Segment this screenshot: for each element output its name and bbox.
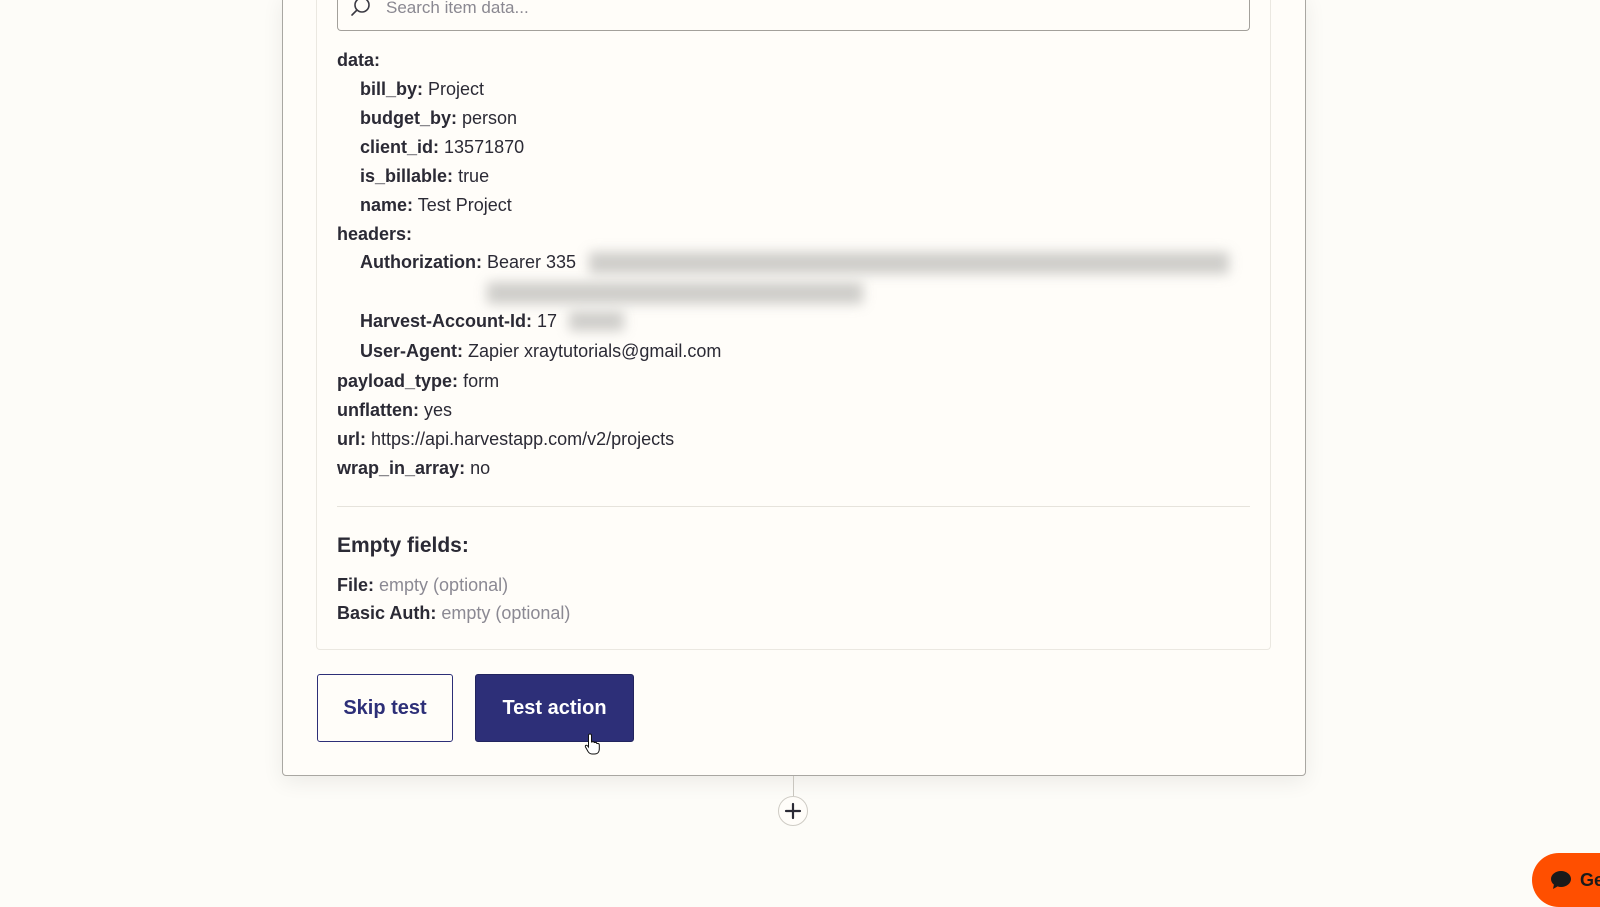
data-key: data:: [337, 50, 381, 70]
is-billable-row: is_billable: true: [360, 164, 489, 188]
unflatten-row: unflatten: yes: [337, 398, 452, 422]
search-icon: [351, 0, 370, 16]
chat-bubble-icon: [1551, 871, 1571, 889]
bill-by-value: Project: [428, 79, 485, 99]
hand-cursor-icon: [584, 733, 600, 755]
file-field-row: File: empty (optional): [337, 573, 508, 597]
search-input[interactable]: [384, 0, 1228, 22]
user-agent-value: Zapier xraytutorials@gmail.com: [468, 341, 722, 361]
authorization-row: Authorization: Bearer 335: [360, 250, 576, 274]
redacted-account-id: [569, 311, 624, 331]
authorization-value: Bearer 335: [487, 252, 577, 272]
chat-launcher-button[interactable]: Ge: [1532, 853, 1600, 907]
skip-test-button[interactable]: Skip test: [317, 674, 453, 742]
url-row: url: https://api.harvestapp.com/v2/proje…: [337, 427, 674, 451]
add-step-button[interactable]: [778, 796, 808, 826]
client-id-row: client_id: 13571870: [360, 135, 524, 159]
data-row: data:: [337, 48, 380, 72]
harvest-account-key: Harvest-Account-Id:: [360, 311, 533, 331]
wrap-in-array-row: wrap_in_array: no: [337, 456, 490, 480]
client-id-value: 13571870: [444, 137, 525, 157]
basic-auth-key: Basic Auth:: [337, 603, 437, 623]
basic-auth-field-row: Basic Auth: empty (optional): [337, 601, 570, 625]
harvest-account-value: 17: [537, 311, 558, 331]
harvest-account-row: Harvest-Account-Id: 17: [360, 309, 557, 333]
test-action-button[interactable]: Test action: [475, 674, 634, 742]
bill-by-key: bill_by:: [360, 79, 424, 99]
is-billable-key: is_billable:: [360, 166, 454, 186]
empty-fields-title: Empty fields:: [337, 534, 469, 557]
payload-type-value: form: [463, 371, 500, 391]
payload-type-row: payload_type: form: [337, 369, 499, 393]
authorization-key: Authorization:: [360, 252, 482, 272]
is-billable-value: true: [458, 166, 490, 186]
plus-icon: [784, 802, 802, 820]
user-agent-row: User-Agent: Zapier xraytutorials@gmail.c…: [360, 339, 721, 363]
url-key: url:: [337, 429, 366, 449]
redacted-token-line-2: [487, 282, 863, 304]
basic-auth-value: empty (optional): [441, 603, 571, 623]
section-divider: [337, 506, 1250, 507]
client-id-key: client_id:: [360, 137, 440, 157]
budget-by-row: budget_by: person: [360, 106, 517, 130]
name-value: Test Project: [417, 195, 512, 215]
payload-type-key: payload_type:: [337, 371, 459, 391]
file-value: empty (optional): [379, 575, 509, 595]
budget-by-key: budget_by:: [360, 108, 457, 128]
bill-by-row: bill_by: Project: [360, 77, 484, 101]
budget-by-value: person: [462, 108, 518, 128]
redacted-token-line-1: [589, 252, 1229, 274]
name-row: name: Test Project: [360, 193, 512, 217]
unflatten-value: yes: [424, 400, 453, 420]
wrap-in-array-key: wrap_in_array:: [337, 458, 466, 478]
user-agent-key: User-Agent:: [360, 341, 464, 361]
search-box[interactable]: [337, 0, 1250, 31]
step-connector-line: [793, 776, 794, 796]
headers-key: headers:: [337, 224, 413, 244]
url-value: https://api.harvestapp.com/v2/projects: [371, 429, 675, 449]
file-key: File:: [337, 575, 375, 595]
wrap-in-array-value: no: [470, 458, 491, 478]
chat-label: Ge: [1580, 869, 1600, 890]
unflatten-key: unflatten:: [337, 400, 419, 420]
name-key: name:: [360, 195, 414, 215]
headers-row: headers:: [337, 222, 412, 246]
